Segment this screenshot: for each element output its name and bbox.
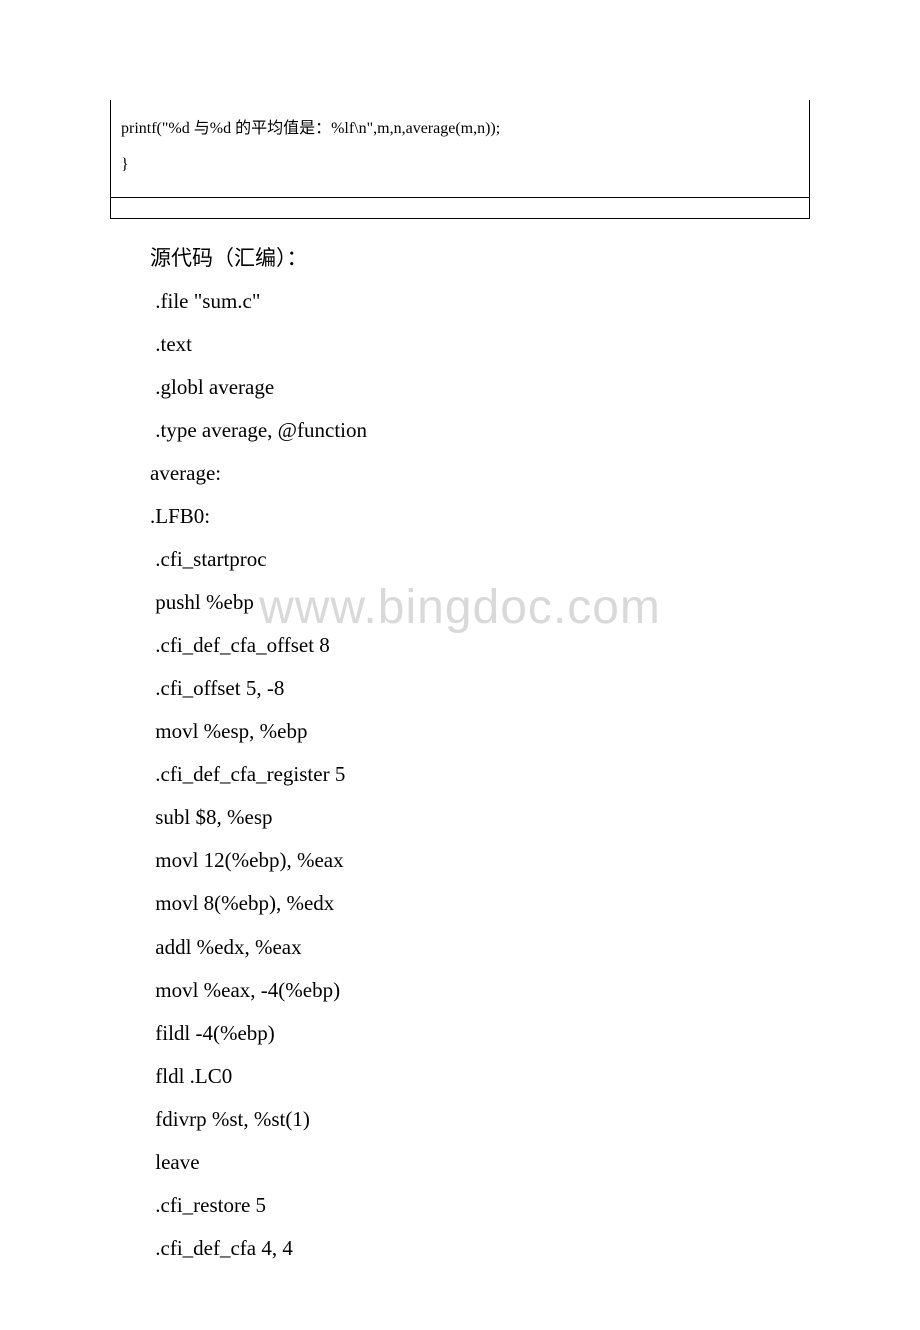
asm-line: .cfi_def_cfa_offset 8 — [150, 624, 770, 667]
asm-line: movl %esp, %ebp — [150, 710, 770, 753]
asm-line: .text — [150, 323, 770, 366]
asm-line: .cfi_def_cfa_register 5 — [150, 753, 770, 796]
code-box-inner: printf("%d 与%d 的平均值是：%lf\n",m,n,average(… — [111, 102, 809, 197]
asm-line: addl %edx, %eax — [150, 926, 770, 969]
asm-line: average: — [150, 452, 770, 495]
asm-line: .cfi_offset 5, -8 — [150, 667, 770, 710]
asm-line: leave — [150, 1141, 770, 1184]
asm-line: fildl -4(%ebp) — [150, 1012, 770, 1055]
code-box-line: printf("%d 与%d 的平均值是：%lf\n",m,n,average(… — [121, 114, 799, 144]
assembly-listing: 源代码（汇编）： .file "sum.c" .text .globl aver… — [110, 221, 810, 1270]
asm-line: fldl .LC0 — [150, 1055, 770, 1098]
asm-line: .globl average — [150, 366, 770, 409]
document-page: www.bingdoc.com printf("%d 与%d 的平均值是：%lf… — [0, 0, 920, 1330]
asm-line: .cfi_restore 5 — [150, 1184, 770, 1227]
asm-line: .file "sum.c" — [150, 280, 770, 323]
asm-line: movl 8(%ebp), %edx — [150, 882, 770, 925]
asm-line: .cfi_def_cfa 4, 4 — [150, 1227, 770, 1270]
code-box-footer — [111, 197, 809, 216]
code-box: printf("%d 与%d 的平均值是：%lf\n",m,n,average(… — [110, 100, 810, 219]
asm-line: .type average, @function — [150, 409, 770, 452]
page-content: printf("%d 与%d 的平均值是：%lf\n",m,n,average(… — [110, 100, 810, 1270]
asm-line: fdivrp %st, %st(1) — [150, 1098, 770, 1141]
asm-line: movl %eax, -4(%ebp) — [150, 969, 770, 1012]
asm-line: .LFB0: — [150, 495, 770, 538]
code-box-line: } — [121, 150, 799, 180]
asm-line: pushl %ebp — [150, 581, 770, 624]
asm-line: movl 12(%ebp), %eax — [150, 839, 770, 882]
asm-line: subl $8, %esp — [150, 796, 770, 839]
asm-line: .cfi_startproc — [150, 538, 770, 581]
section-heading: 源代码（汇编）： — [150, 237, 770, 280]
